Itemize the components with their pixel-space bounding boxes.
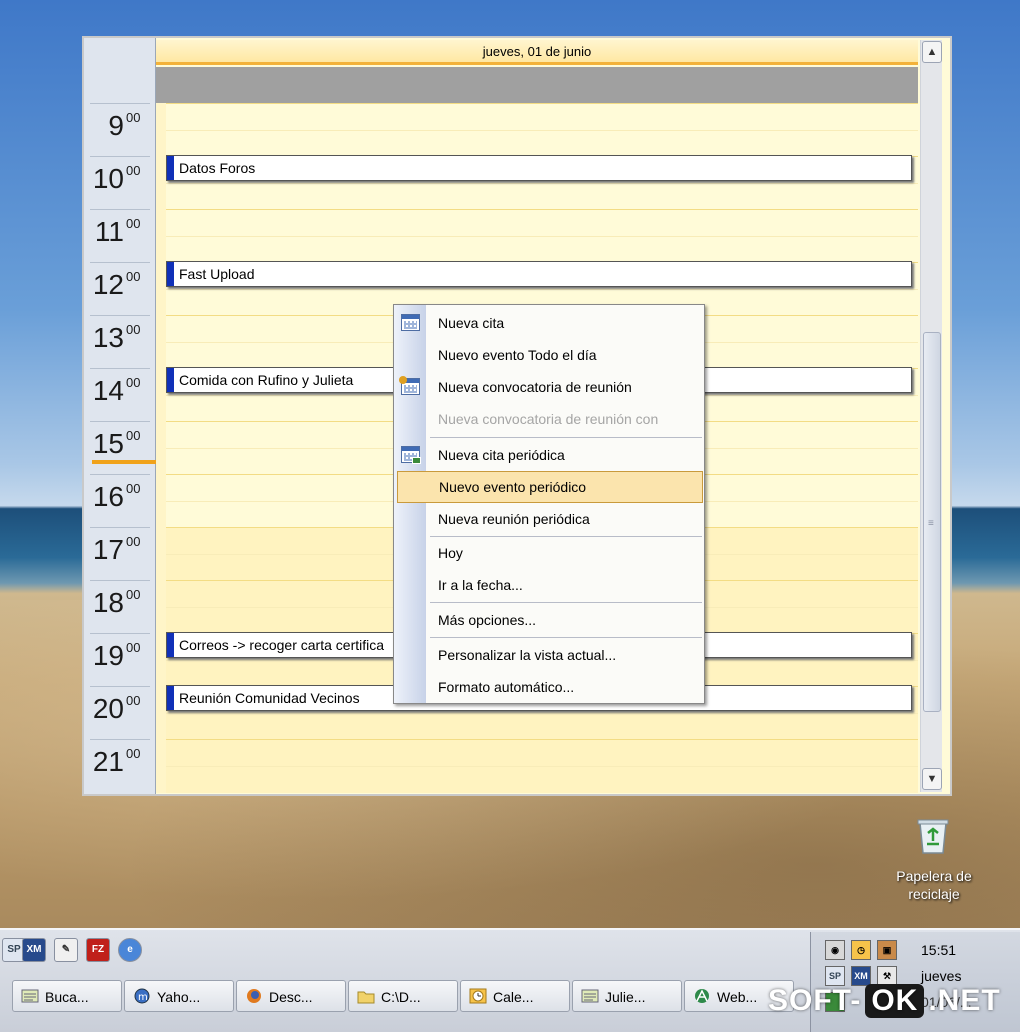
menu-item-mas-opciones[interactable]: Más opciones... — [394, 604, 704, 636]
appointment-title: Comida con Rufino y Julieta — [179, 372, 354, 388]
hour-label: 12 00 — [90, 262, 150, 315]
hour-label: 10 00 — [90, 156, 150, 209]
hour-label: 19 00 — [90, 633, 150, 686]
menu-item-nueva-cita[interactable]: Nueva cita — [394, 307, 704, 339]
busy-bar — [167, 633, 174, 657]
scroll-thumb[interactable]: ≡ — [923, 332, 941, 712]
taskbar-button[interactable]: Buca... — [12, 980, 122, 1012]
quick-launch-tool-icon[interactable]: ✎ — [54, 938, 78, 962]
day-header[interactable]: jueves, 01 de junio — [156, 40, 918, 65]
taskbar-button[interactable]: Julie... — [572, 980, 682, 1012]
tools-tray-icon[interactable]: ⚒ — [877, 966, 897, 986]
recurring-icon — [401, 446, 421, 464]
notepad-icon — [581, 989, 599, 1003]
hour-label: 9 00 — [90, 103, 150, 156]
xm-tray-icon[interactable]: XM — [851, 966, 871, 986]
menu-item-nueva-convocatoria-con: Nueva convocatoria de reunión con — [438, 411, 659, 427]
menu-item-nueva-convocatoria[interactable]: Nueva convocatoria de reunión — [394, 371, 704, 403]
quick-launch-browser-icon[interactable]: e — [118, 938, 142, 962]
recycle-bin-label: Papelera de reciclaje — [896, 868, 972, 902]
menu-item-nueva-cita-periodica[interactable]: Nueva cita periódica — [394, 439, 704, 471]
tray-day: jueves — [921, 968, 962, 984]
quick-launch-xm[interactable]: XM — [22, 938, 46, 962]
folder-icon — [357, 991, 375, 1004]
menu-item-formato-automatico[interactable]: Formato automático... — [394, 671, 704, 703]
menu-item-nueva-reunion-periodica[interactable]: Nueva reunión periódica — [394, 503, 704, 535]
hour-label: 17 00 — [90, 527, 150, 580]
menu-item-nuevo-evento-periodico[interactable]: Nuevo evento periódico — [397, 471, 703, 503]
hour-label: 16 00 — [90, 474, 150, 527]
web-icon — [695, 989, 709, 1003]
vertical-scrollbar[interactable]: ▲ ≡ ▼ — [920, 40, 942, 792]
time-slot[interactable] — [166, 103, 918, 130]
time-column: 9 00 10 00 11 00 12 00 13 00 14 00 15 00 16 00 1… — [84, 38, 156, 794]
menu-item-hoy[interactable]: Hoy — [394, 537, 704, 569]
menu-separator — [430, 637, 702, 638]
menu-item-nuevo-evento-todo-el-dia[interactable]: Nuevo evento Todo el día — [394, 339, 704, 371]
svg-text:m: m — [138, 992, 148, 1003]
time-slot[interactable] — [166, 712, 918, 740]
messenger-icon: m — [134, 988, 150, 1004]
scroll-down-button[interactable]: ▼ — [922, 768, 942, 790]
context-menu: Nueva cita Nuevo evento Todo el día Nuev… — [393, 304, 705, 704]
recycle-bin-icon — [917, 819, 949, 854]
hour-label: 11 00 — [90, 209, 150, 262]
hour-label: 21 00 — [90, 739, 150, 792]
watermark: SOFT- OK .NET — [768, 984, 1001, 1018]
taskbar-button[interactable]: m Yaho... — [124, 980, 234, 1012]
time-slot[interactable] — [166, 209, 918, 236]
time-slot[interactable] — [166, 182, 918, 210]
appointment[interactable]: Fast Upload — [166, 261, 912, 287]
time-slot[interactable] — [166, 129, 918, 157]
time-slot[interactable] — [166, 235, 918, 263]
all-day-area[interactable] — [156, 67, 918, 103]
busy-bar — [167, 262, 174, 286]
appointment-title: Datos Foros — [179, 160, 256, 176]
hour-label: 14 00 — [90, 368, 150, 421]
taskbar-button[interactable]: Cale... — [460, 980, 570, 1012]
firefox-icon — [247, 989, 261, 1003]
menu-item-personalizar-vista[interactable]: Personalizar la vista actual... — [394, 639, 704, 671]
appointment-title: Correos -> recoger carta certifica — [179, 637, 385, 653]
busy-bar — [167, 686, 174, 710]
busy-bar — [167, 368, 174, 392]
menu-separator — [430, 437, 702, 438]
camera-icon[interactable]: ◉ — [825, 940, 845, 960]
sp-tray-icon[interactable]: SP — [825, 966, 845, 986]
appointment[interactable]: Datos Foros — [166, 155, 912, 181]
grip-icon: ≡ — [928, 518, 934, 529]
hour-label: 20 00 — [90, 686, 150, 739]
taskbar-button[interactable]: Desc... — [236, 980, 346, 1012]
menu-item-ir-a-la-fecha[interactable]: Ir a la fecha... — [394, 569, 704, 601]
recycle-bin-desktop-icon[interactable]: Papelera de reciclaje — [888, 815, 980, 910]
package-icon[interactable]: ▣ — [877, 940, 897, 960]
appointment-title: Fast Upload — [179, 266, 255, 282]
hour-label: 18 00 — [90, 580, 150, 633]
hour-label: 13 00 — [90, 315, 150, 368]
meeting-icon — [399, 376, 420, 395]
appointment-title: Reunión Comunidad Vecinos — [179, 690, 360, 706]
time-slot[interactable] — [166, 739, 918, 766]
clock-tray-icon[interactable]: ◷ — [851, 940, 871, 960]
tray-clock[interactable]: 15:51 — [921, 942, 956, 958]
scroll-up-button[interactable]: ▲ — [922, 41, 942, 63]
taskbar-button[interactable]: C:\D... — [348, 980, 458, 1012]
quick-launch-fz[interactable]: FZ — [86, 938, 110, 962]
clock-icon — [469, 988, 487, 1004]
menu-separator — [430, 602, 702, 603]
busy-bar — [167, 156, 174, 180]
calendar-icon — [401, 314, 420, 331]
time-slot[interactable] — [166, 765, 918, 793]
hour-label: 15 00 — [90, 421, 150, 474]
notepad-icon — [21, 989, 39, 1003]
current-time-marker — [92, 460, 156, 464]
